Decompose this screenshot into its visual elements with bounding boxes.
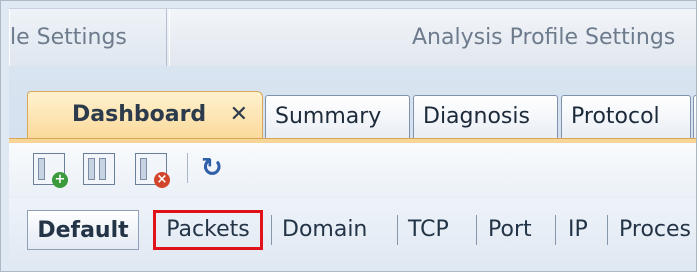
- tab-protocol[interactable]: Protocol: [561, 95, 691, 138]
- view-separator: [271, 215, 272, 245]
- view-tcp-label: TCP: [408, 217, 449, 242]
- view-ip-label: IP: [568, 217, 588, 242]
- refresh-icon[interactable]: ↻: [201, 155, 227, 181]
- view-domain-label: Domain: [282, 217, 368, 242]
- tab-overflow[interactable]: [693, 95, 696, 138]
- view-ip[interactable]: IP: [568, 210, 588, 250]
- view-tcp[interactable]: TCP: [408, 210, 449, 250]
- view-layout-icon[interactable]: [83, 153, 115, 185]
- view-separator: [397, 215, 398, 245]
- delete-view-icon[interactable]: ×: [135, 153, 170, 188]
- tab-dashboard[interactable]: Dashboard ✕: [27, 91, 263, 139]
- tab-profile-settings[interactable]: le Settings: [9, 9, 167, 67]
- view-port-label: Port: [488, 217, 532, 242]
- tab-profile-settings-label: le Settings: [10, 25, 127, 50]
- view-packets[interactable]: Packets: [153, 210, 263, 250]
- tab-diagnosis[interactable]: Diagnosis: [413, 95, 558, 138]
- tab-summary[interactable]: Summary: [265, 95, 410, 138]
- app-window: le Settings Analysis Profile Settings Su…: [0, 0, 697, 272]
- view-port[interactable]: Port: [488, 210, 532, 250]
- tab-diagnosis-label: Diagnosis: [423, 104, 530, 129]
- view-separator: [555, 215, 556, 245]
- ribbon-tab-bar: le Settings Analysis Profile Settings: [9, 8, 696, 67]
- view-default[interactable]: Default: [27, 210, 139, 250]
- view-default-label: Default: [37, 218, 129, 243]
- close-icon[interactable]: ✕: [230, 92, 248, 138]
- tab-protocol-label: Protocol: [571, 104, 660, 129]
- add-view-icon[interactable]: +: [33, 153, 68, 188]
- view-separator: [607, 215, 608, 245]
- view-processes-label: Proces: [619, 217, 691, 242]
- toolbar-separator: [187, 153, 188, 183]
- view-processes[interactable]: Proces: [619, 210, 691, 250]
- view-domain[interactable]: Domain: [282, 210, 367, 250]
- tab-analysis-profile-settings[interactable]: Analysis Profile Settings: [169, 9, 696, 67]
- view-packets-label: Packets: [166, 217, 250, 242]
- tab-analysis-profile-settings-label: Analysis Profile Settings: [412, 25, 676, 50]
- tab-summary-label: Summary: [275, 104, 382, 129]
- view-separator: [476, 215, 477, 245]
- tab-dashboard-label: Dashboard: [72, 102, 207, 127]
